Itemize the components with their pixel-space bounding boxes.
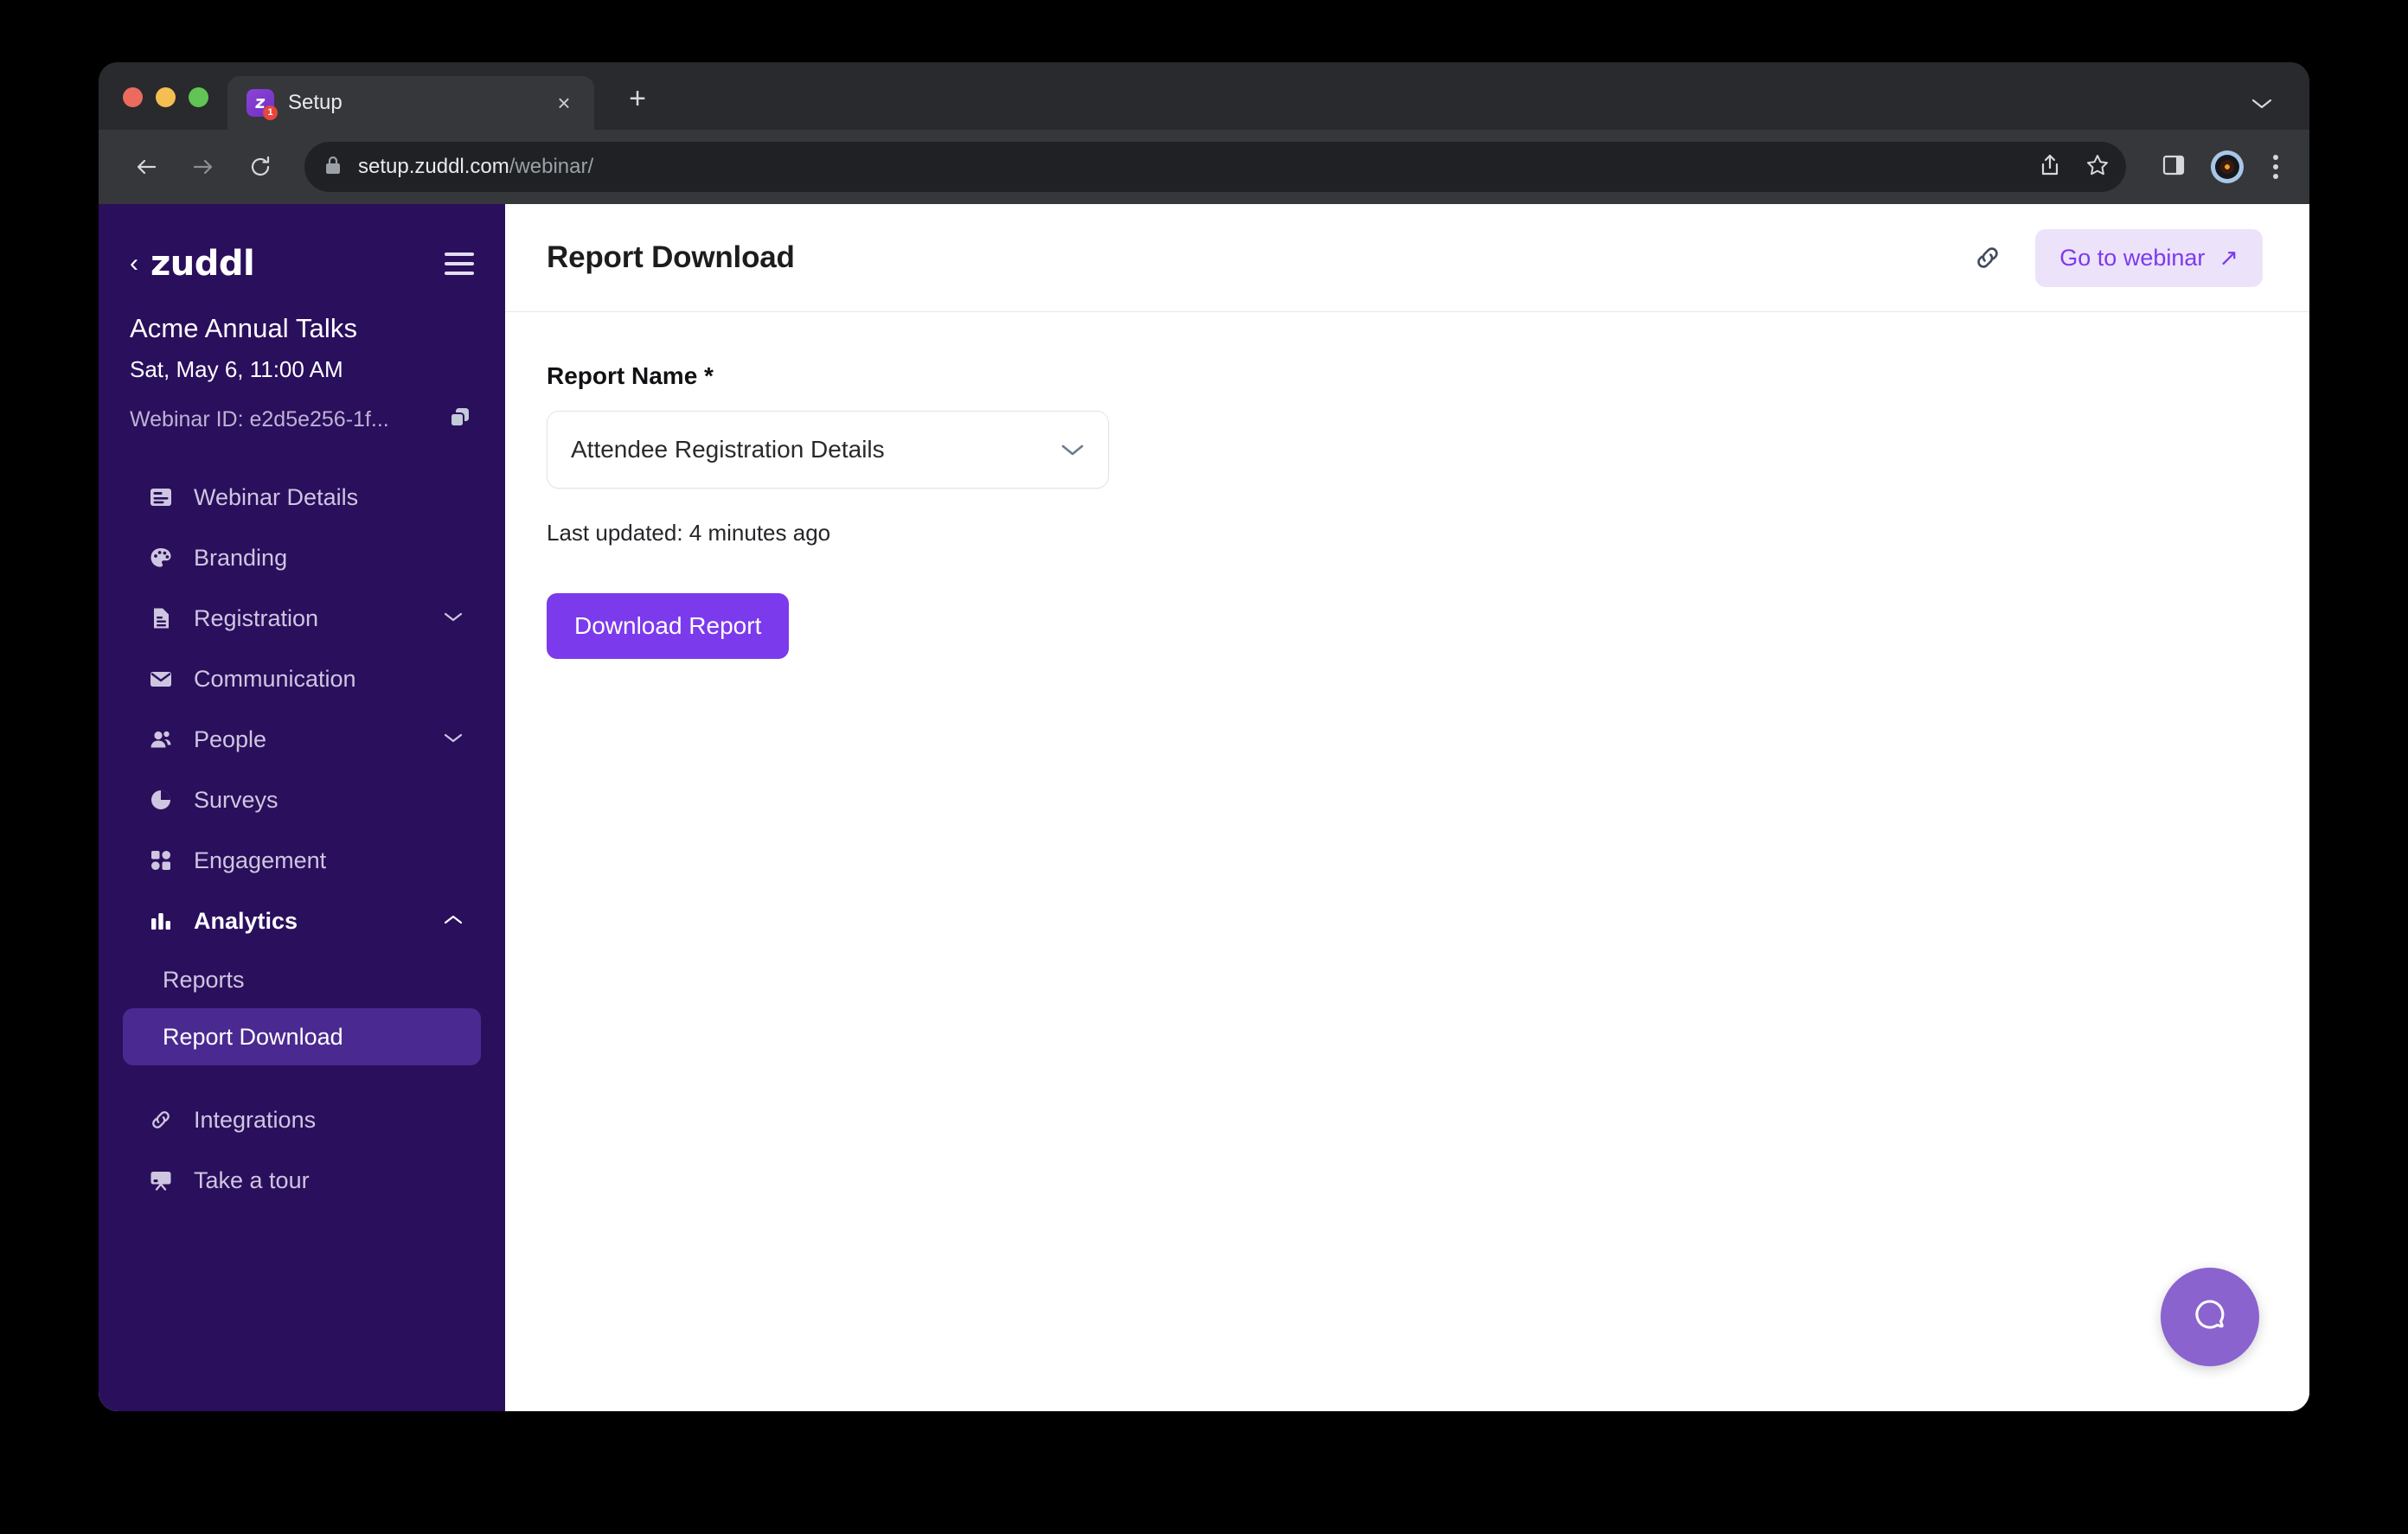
sidebar-item-label: Engagement <box>194 847 327 873</box>
event-name: Acme Annual Talks <box>130 313 358 343</box>
sidebar-item-engagement[interactable]: Engagement <box>116 830 488 891</box>
sidebar-item-branding[interactable]: Branding <box>116 527 488 588</box>
favicon-badge: 1 <box>263 105 278 120</box>
sidebar-item-communication[interactable]: Communication <box>116 649 488 709</box>
main-content: Report Download Go to webinar ↗ Report N… <box>505 204 2309 1411</box>
copy-icon[interactable] <box>446 404 474 436</box>
chevron-down-icon <box>443 730 464 750</box>
url-path: /webinar/ <box>509 155 594 178</box>
report-name-select[interactable]: Attendee Registration Details <box>547 411 1109 489</box>
event-summary: Acme Annual Talks Sat, May 6, 11:00 AM W… <box>99 284 505 436</box>
star-icon[interactable] <box>2085 152 2110 182</box>
content-header: Report Download Go to webinar ↗ <box>505 204 2309 312</box>
link-chain-icon <box>147 1106 175 1134</box>
webinar-id-row: Webinar ID: e2d5e256-1f... <box>130 404 474 436</box>
forward-arrow-icon[interactable] <box>178 142 228 192</box>
go-to-webinar-label: Go to webinar <box>2059 244 2206 271</box>
document-icon <box>147 604 175 632</box>
help-chat-button[interactable] <box>2161 1268 2259 1366</box>
grid-icon <box>147 847 175 874</box>
download-report-button[interactable]: Download Report <box>547 593 790 659</box>
minimize-window-button[interactable] <box>156 87 176 107</box>
sidebar-item-label: Webinar Details <box>194 483 359 510</box>
chevron-up-icon <box>443 911 464 931</box>
favicon-icon: z 1 <box>247 89 278 120</box>
browser-window: z 1 Setup × + setup.zuddl.com/webinar/ ‹… <box>99 62 2309 1411</box>
sidebar-item-label: Registration <box>194 604 319 631</box>
sidebar-item-surveys[interactable]: Surveys <box>116 770 488 830</box>
address-bar[interactable]: setup.zuddl.com/webinar/ <box>304 142 2126 192</box>
chat-bubble-icon <box>2187 1292 2233 1343</box>
browser-tab[interactable]: z 1 Setup × <box>227 76 594 130</box>
url-domain: setup.zuddl.com <box>358 155 509 178</box>
sidebar-item-integrations[interactable]: Integrations <box>116 1090 488 1150</box>
header-actions: Go to webinar ↗ <box>1973 228 2263 287</box>
side-panel-icon[interactable] <box>2161 152 2187 182</box>
sidebar-nav: Webinar Details Branding Registration Co… <box>99 467 505 1211</box>
sidebar-item-label: Analytics <box>194 907 298 934</box>
go-to-webinar-button[interactable]: Go to webinar ↗ <box>2035 228 2263 287</box>
kebab-menu-icon[interactable] <box>2268 150 2283 184</box>
webinar-details-icon <box>147 483 175 511</box>
zuddl-logo[interactable]: zuddl <box>150 244 431 284</box>
sidebar-item-label: People <box>194 725 267 752</box>
report-name-label: Report Name * <box>547 362 714 389</box>
pie-chart-icon <box>147 786 175 814</box>
close-icon[interactable]: × <box>549 88 579 118</box>
new-tab-button[interactable]: + <box>618 80 656 118</box>
browser-toolbar: setup.zuddl.com/webinar/ <box>99 130 2309 204</box>
external-link-arrow-icon: ↗ <box>2219 244 2238 271</box>
close-window-button[interactable] <box>123 87 143 107</box>
report-name-value: Attendee Registration Details <box>571 436 885 463</box>
sidebar-subitem-reports[interactable]: Reports <box>123 951 481 1008</box>
sidebar-item-analytics[interactable]: Analytics <box>116 891 488 951</box>
sidebar-item-label: Surveys <box>194 786 279 813</box>
sidebar-header: ‹ zuddl <box>99 213 505 284</box>
share-icon[interactable] <box>2038 152 2062 182</box>
chevron-down-icon <box>443 609 464 629</box>
presentation-board-icon <box>147 1166 175 1194</box>
sidebar-subitem-report-download[interactable]: Report Download <box>123 1008 481 1065</box>
sidebar-item-label: Take a tour <box>194 1166 310 1193</box>
last-updated-text: Last updated: 4 minutes ago <box>547 520 831 546</box>
hamburger-menu-icon[interactable] <box>443 247 476 280</box>
chevron-down-icon[interactable] <box>2251 93 2273 116</box>
page-title: Report Download <box>547 240 795 274</box>
back-arrow-icon[interactable] <box>121 142 171 192</box>
sidebar: ‹ zuddl Acme Annual Talks Sat, May 6, 11… <box>99 204 505 1411</box>
palette-icon <box>147 544 175 572</box>
page-viewport: ‹ zuddl Acme Annual Talks Sat, May 6, 11… <box>99 204 2309 1411</box>
sidebar-item-label: Communication <box>194 665 356 692</box>
event-date: Sat, May 6, 11:00 AM <box>130 356 343 382</box>
sidebar-item-take-a-tour[interactable]: Take a tour <box>116 1150 488 1211</box>
chevron-down-icon <box>1060 442 1086 457</box>
sidebar-item-registration[interactable]: Registration <box>116 588 488 649</box>
link-chain-icon[interactable] <box>1973 243 2002 272</box>
maximize-window-button[interactable] <box>189 87 208 107</box>
sidebar-item-webinar-details[interactable]: Webinar Details <box>116 467 488 527</box>
sidebar-item-label: Branding <box>194 544 288 571</box>
reload-icon[interactable] <box>235 142 285 192</box>
envelope-icon <box>147 665 175 693</box>
tab-strip: z 1 Setup × + <box>99 62 2309 130</box>
tab-title: Setup <box>288 91 343 114</box>
avatar <box>2215 155 2239 179</box>
webinar-id: Webinar ID: e2d5e256-1f... <box>130 407 389 431</box>
back-chevron-icon[interactable]: ‹ <box>130 251 138 277</box>
toolbar-right-actions <box>2133 150 2283 184</box>
profile-avatar-icon[interactable] <box>2211 150 2244 183</box>
lock-icon <box>323 154 343 181</box>
sidebar-item-label: Integrations <box>194 1106 317 1133</box>
bar-chart-icon <box>147 907 175 935</box>
sidebar-item-people[interactable]: People <box>116 709 488 770</box>
people-icon <box>147 725 175 753</box>
report-download-form: Report Name * Attendee Registration Deta… <box>505 312 2309 659</box>
window-traffic-lights <box>123 87 227 130</box>
url-text: setup.zuddl.com/webinar/ <box>358 155 593 179</box>
